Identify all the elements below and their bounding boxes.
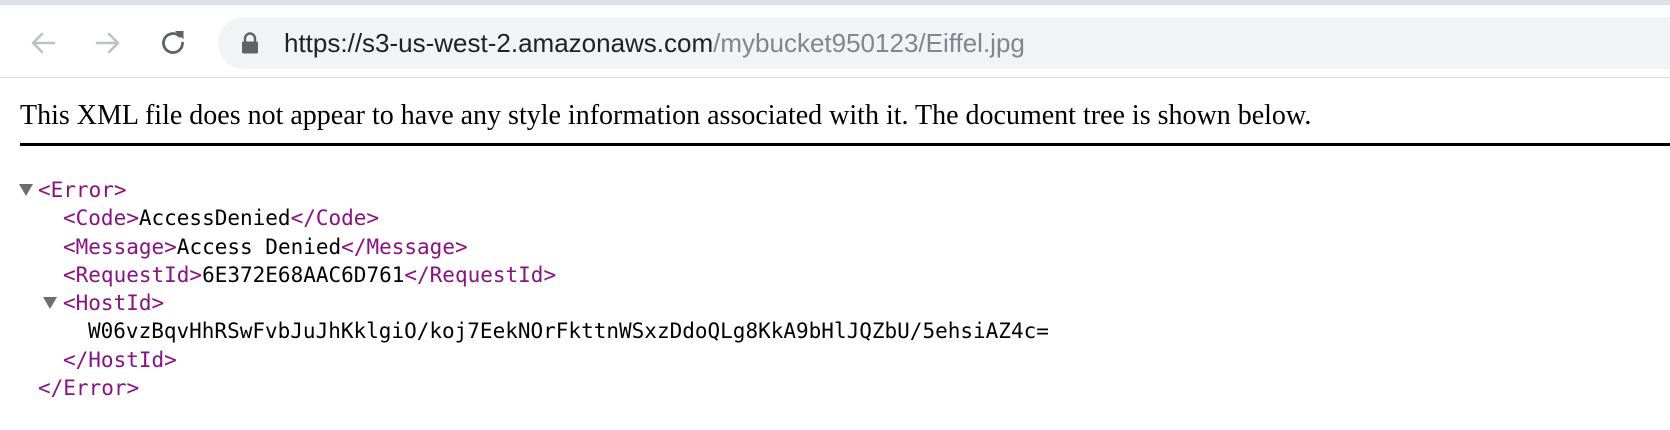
hostid-close-tag: </HostId>	[63, 348, 177, 372]
hostid-value-line: W06vzBqvHhRSwFvbJuJhKklgiO/koj7EekNOrFkt…	[88, 316, 1049, 346]
error-close-tag: </Error>	[38, 376, 140, 400]
error-close-line: </Error>	[38, 373, 139, 403]
reload-icon	[162, 31, 184, 54]
forward-button[interactable]	[90, 25, 126, 61]
code-value: AccessDenied	[138, 206, 291, 230]
requestid-open-tag: <RequestId>	[63, 263, 203, 287]
xml-style-notice: This XML file does not appear to have an…	[20, 100, 1312, 131]
requestid-line: <RequestId>6E372E68AAC6D761</RequestId>	[63, 260, 556, 290]
message-close-tag: </Message>	[341, 235, 468, 259]
hostid-fold-toggle[interactable]	[43, 288, 57, 318]
arrow-right-icon	[95, 32, 120, 54]
address-bar[interactable]: https://s3-us-west-2.amazonaws.com/mybuc…	[218, 17, 1670, 69]
error-open-tag: <Error>	[38, 178, 127, 202]
hostid-value: W06vzBqvHhRSwFvbJuJhKklgiO/koj7EekNOrFkt…	[88, 319, 1049, 343]
url-host: https://s3-us-west-2.amazonaws.com	[284, 28, 714, 58]
code-close-tag: </Code>	[290, 206, 380, 230]
hostid-close-line: </HostId>	[63, 345, 177, 375]
hostid-open-line: <HostId>	[63, 288, 164, 318]
requestid-value: 6E372E68AAC6D761	[202, 263, 405, 287]
url-path: /mybucket950123/Eiffel.jpg	[713, 28, 1025, 58]
error-fold-toggle[interactable]	[19, 175, 33, 205]
url-text[interactable]: https://s3-us-west-2.amazonaws.com/mybuc…	[284, 17, 1025, 69]
triangle-down-icon	[19, 184, 33, 196]
arrow-left-icon	[31, 32, 56, 54]
requestid-close-tag: </RequestId>	[404, 263, 557, 287]
hostid-open-tag: <HostId>	[63, 291, 165, 315]
code-open-tag: <Code>	[63, 206, 139, 230]
triangle-down-icon	[43, 297, 57, 309]
message-open-tag: <Message>	[63, 235, 177, 259]
reload-button[interactable]	[155, 25, 191, 61]
error-open-line: <Error>	[38, 175, 127, 205]
code-line: <Code>AccessDenied</Code>	[63, 203, 379, 233]
message-value: Access Denied	[176, 235, 342, 259]
notice-divider	[20, 143, 1670, 146]
lock-icon	[242, 32, 258, 54]
back-button[interactable]	[25, 25, 61, 61]
browser-toolbar: https://s3-us-west-2.amazonaws.com/mybuc…	[0, 0, 1670, 78]
message-line: <Message>Access Denied</Message>	[63, 232, 468, 262]
